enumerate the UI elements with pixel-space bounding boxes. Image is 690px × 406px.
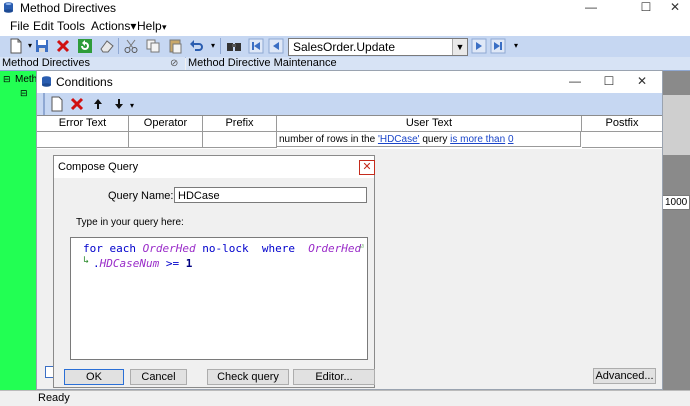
app-database-icon [4,2,13,13]
toolbar-separator [118,38,119,54]
undo-icon[interactable] [189,38,205,54]
code-line-1: for each OrderHed no-lock where OrderHed [83,241,361,256]
compose-query-title: Compose Query [58,161,139,173]
advanced-button[interactable]: Advanced... [593,368,656,384]
chevron-down-icon[interactable]: ▼ [452,39,467,55]
tree-collapse-icon[interactable]: ⊟ [20,88,28,99]
status-bar: Ready [0,390,690,406]
column-header-error-text[interactable]: Error Text [37,116,129,132]
directive-select[interactable]: SalesOrder.Update ▼ [288,38,468,56]
conditions-title-bar: Conditions — ☐ ✕ [37,71,662,93]
code-token: >= [159,257,186,270]
column-header-operator[interactable]: Operator [129,116,203,132]
pin-icon[interactable]: ⊘ [170,57,178,70]
conditions-grid: Error Text Operator Prefix User Text Pos… [37,115,662,149]
eraser-icon[interactable] [99,38,115,54]
menu-help[interactable]: Help [137,19,162,33]
first-record-icon[interactable] [248,38,264,54]
new-document-icon[interactable] [49,96,65,112]
directive-select-value: SalesOrder.Update [293,40,396,54]
user-text-mid: query [419,134,451,145]
cell-prefix[interactable] [203,132,277,148]
tree-collapse-icon[interactable]: ⊟ [3,74,11,85]
save-icon[interactable] [34,38,50,54]
close-button[interactable]: ✕ [627,74,657,89]
app-database-icon [42,76,51,87]
cell-postfix[interactable] [582,132,662,148]
code-token: where [261,242,309,255]
panel-title: Method Directive Maintenance [188,57,337,69]
code-token: OrderHed [308,242,362,255]
menu-tools[interactable]: Tools [57,19,85,33]
check-query-button[interactable]: Check query [207,369,289,385]
toolbar-overflow-chevron-icon[interactable]: ▾ [508,38,524,54]
query-name-label: Query Name: [108,190,174,202]
code-token: . [93,257,100,270]
next-record-icon[interactable] [471,38,487,54]
conditions-toolbar: ▾ [37,93,662,115]
delete-icon[interactable] [55,38,71,54]
code-token: OrderHed [142,242,196,255]
query-name-link[interactable]: 'HDCase' [378,134,420,145]
code-line-2: .HDCaseNum >= 1 [93,256,192,271]
directive-tree-panel[interactable]: ⊟ Meth ⊟ [0,71,37,390]
value-field[interactable]: 1000 [662,195,690,210]
search-binoculars-icon[interactable] [226,38,242,54]
code-token: no-lock [195,242,262,255]
menu-actions[interactable]: Actions▾ [91,19,136,33]
move-up-icon[interactable] [90,96,106,112]
conditions-title: Conditions [56,75,113,89]
delete-icon[interactable] [69,96,85,112]
query-editor[interactable]: for each OrderHed no-lock where OrderHed… [70,237,368,360]
code-token: HDCaseNum [99,257,160,270]
code-token: 1 [185,257,193,270]
compose-query-title-bar: Compose Query ✕ [54,156,375,178]
menu-file[interactable]: File [10,19,29,33]
cut-icon[interactable] [123,38,139,54]
column-header-user-text[interactable]: User Text [277,116,582,132]
compose-query-dialog: Compose Query ✕ Query Name: HDCase Type … [53,155,375,388]
line-wrap-icon: ⏎ [359,242,364,251]
column-header-postfix[interactable]: Postfix [582,116,662,132]
minimize-button[interactable]: — [571,0,611,15]
tree-item-label[interactable]: Meth [15,74,37,85]
menu-edit[interactable]: Edit [33,19,54,33]
method-directives-panel-header: Method Directives ⊘ [0,57,185,71]
cancel-button[interactable]: Cancel [130,369,187,385]
last-record-icon[interactable] [490,38,506,54]
maintenance-panel-header: Method Directive Maintenance [186,57,690,71]
cell-operator[interactable] [129,132,203,148]
overflow-chevron-icon[interactable]: ▾ [130,101,134,110]
move-down-icon[interactable] [111,96,127,112]
close-button[interactable]: ✕ [660,0,690,15]
refresh-icon[interactable] [77,38,93,54]
code-token: for each [83,242,143,255]
comparison-link[interactable]: is more than [450,134,505,145]
query-instruction: Type in your query here: [76,217,184,228]
editor-button[interactable]: Editor... [293,369,375,385]
close-icon[interactable]: ✕ [359,160,375,175]
main-window-title: Method Directives [20,1,117,15]
maximize-button[interactable]: ☐ [589,74,629,89]
paste-icon[interactable] [167,38,183,54]
main-title-bar: Method Directives — ☐ ✕ [0,0,690,15]
query-name-input[interactable]: HDCase [174,187,367,203]
menu-overflow-chevron-icon[interactable]: ▾ [162,22,167,33]
copy-icon[interactable] [145,38,161,54]
grip-handle[interactable] [43,93,45,115]
user-text-prefix: number of rows in the [279,134,378,145]
undo-dropdown-chevron-icon[interactable]: ▾ [205,38,221,54]
wrap-continuation-icon: ↳ [83,255,90,266]
status-text: Ready [38,392,70,404]
value-link[interactable]: 0 [508,134,514,145]
background-light-area [662,95,690,155]
panel-title: Method Directives [2,57,91,69]
toolbar-separator [220,38,221,54]
previous-record-icon[interactable] [268,38,284,54]
cell-error-text[interactable] [37,132,129,148]
column-header-prefix[interactable]: Prefix [203,116,277,132]
ok-button[interactable]: OK [64,369,124,385]
cell-user-text: number of rows in the 'HDCase' query is … [277,132,581,147]
